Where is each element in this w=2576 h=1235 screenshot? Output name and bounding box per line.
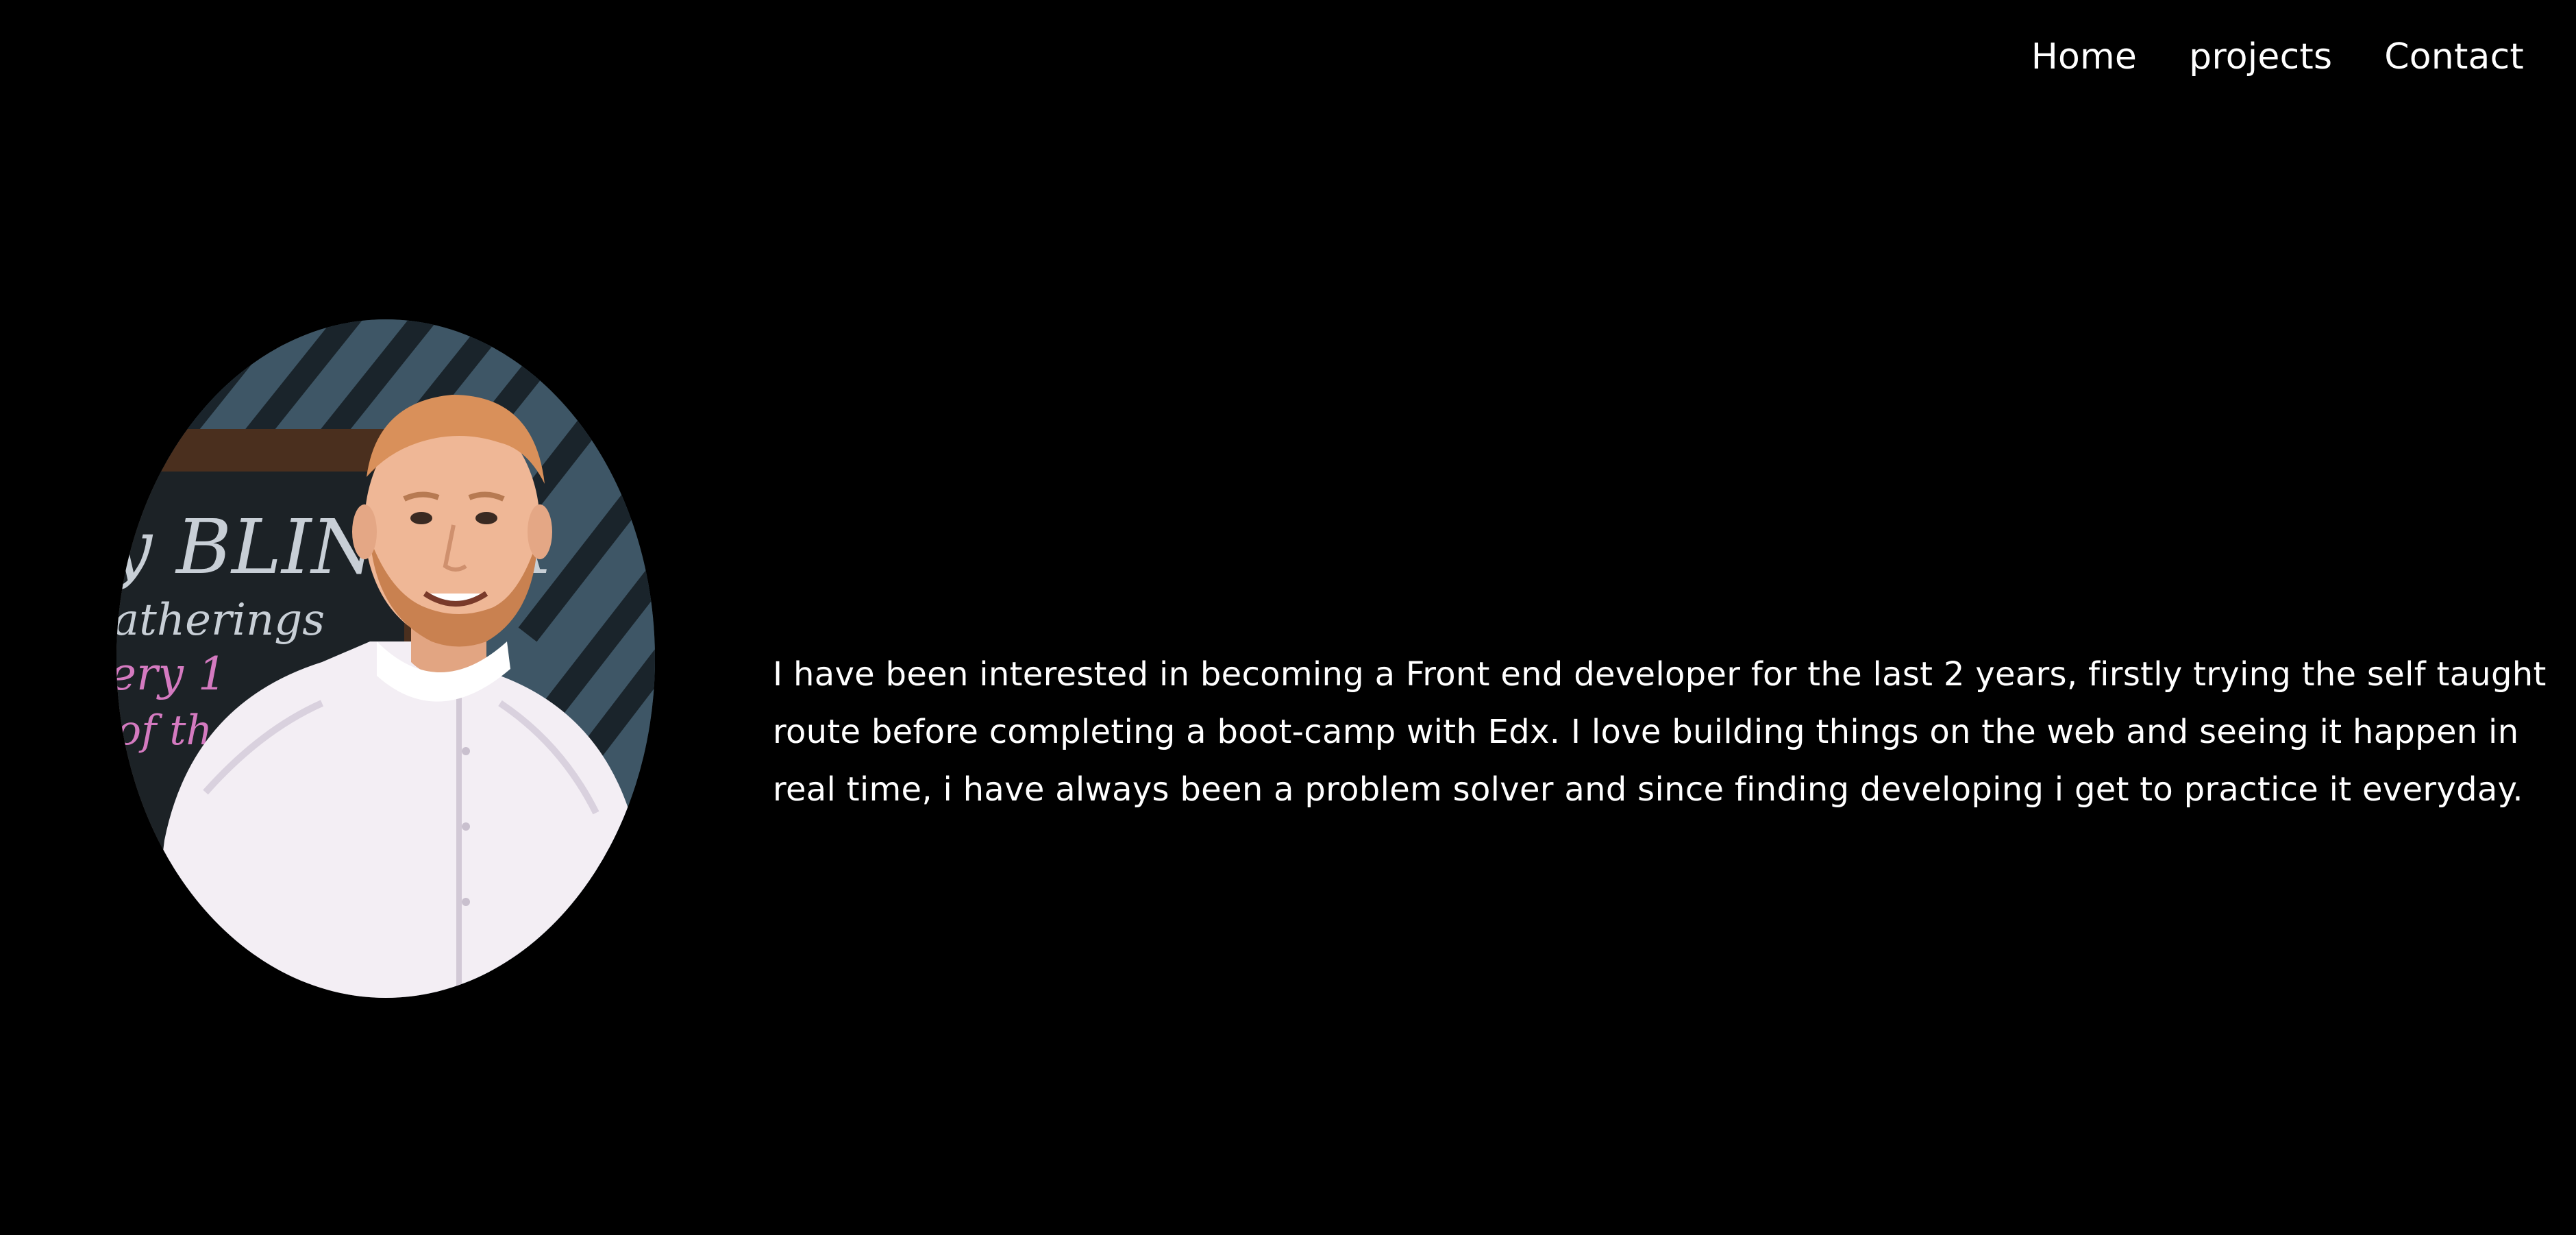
main-nav: Home projects Contact	[2031, 33, 2524, 81]
chalkboard-text-4: of th	[116, 707, 212, 755]
profile-photo-illustration: y BLINDER atherings ery 1 of th	[116, 319, 655, 998]
nav-home-link[interactable]: Home	[2031, 33, 2137, 81]
nav-projects-link[interactable]: projects	[2189, 33, 2332, 81]
chalkboard-text-3: ery 1	[116, 648, 227, 700]
nav-contact-link[interactable]: Contact	[2384, 33, 2524, 81]
profile-photo: y BLINDER atherings ery 1 of th	[116, 319, 655, 998]
chalkboard-text-2: atherings	[116, 595, 325, 646]
about-paragraph: I have been interested in becoming a Fro…	[773, 655, 2547, 809]
